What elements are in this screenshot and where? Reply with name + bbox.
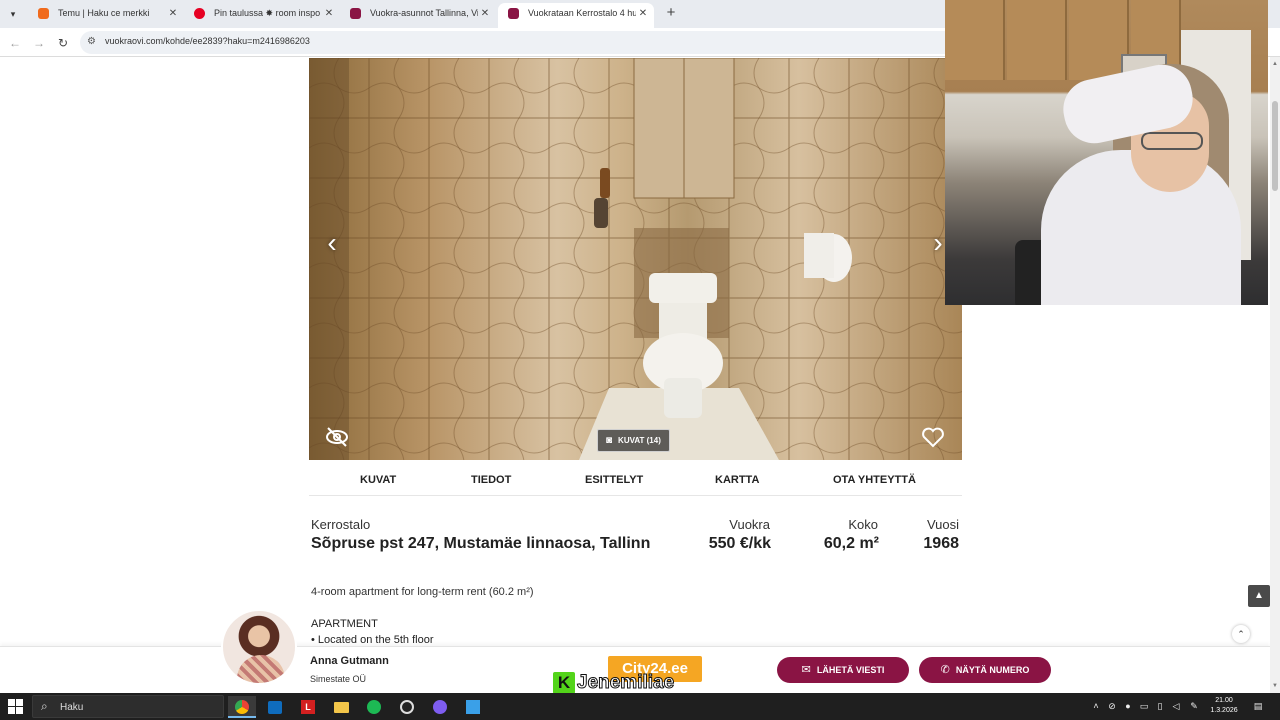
back-arrow-icon[interactable]: ← [6,34,24,52]
notifications-icon[interactable]: ▤ [1252,700,1264,712]
temu-favicon-icon [38,8,49,19]
webcam-overlay [945,0,1268,305]
show-phone-label: NÄYTÄ NUMERO [955,665,1030,675]
page-scrollbar[interactable]: ▲ ▼ [1270,57,1280,693]
nav-kuvat[interactable]: KUVAT [360,474,396,486]
outlook-app-icon[interactable] [261,696,289,718]
fact-rent-label: Vuokra [729,517,770,532]
microphone-icon[interactable]: ● [1122,700,1134,712]
photo-count-label: KUVAT (14) [618,436,661,445]
browser-tab-temu[interactable]: Temu | Haku ce merkki ✕ [28,3,184,28]
site-settings-icon[interactable]: ⚙ [87,36,99,48]
favorite-heart-icon[interactable] [921,426,945,448]
fact-size-value: 60,2 m² [823,535,879,552]
tab-title: Vuokra-asunnot Tallinna, Viro: 8 [370,8,478,18]
tab-close-icon[interactable]: ✕ [322,3,336,24]
agent-name: Anna Gutmann [310,655,389,667]
editor-app-icon[interactable] [459,696,487,718]
clock-time: 21.00 [1215,697,1233,704]
battery-icon[interactable]: ▯ [1154,700,1166,712]
network-off-icon[interactable]: ⊘ [1106,700,1118,712]
camera-icon: ◙ [606,435,613,446]
browser-tab-listing-active[interactable]: Vuokrataan Kerrostalo 4 huone ✕ [498,3,654,28]
envelope-icon: ✉ [801,664,811,676]
scroll-up-arrow-icon[interactable]: ▲ [1270,59,1280,69]
back-to-top-chevron-up-icon[interactable]: ▲ [1248,585,1270,607]
new-tab-button[interactable]: + [662,4,680,22]
listing-summary: 4-room apartment for long-term rent (60.… [311,586,534,598]
tray-chevron-up-icon[interactable]: ˄ [1090,700,1102,712]
scroll-down-arrow-icon[interactable]: ▼ [1270,681,1280,691]
hide-listing-eye-slash-icon[interactable] [325,426,349,448]
search-icon: ⌕ [41,699,48,713]
url-text[interactable]: vuokraovi.com/kohde/ee2839?haku=m2416986… [105,36,310,46]
address-bar[interactable]: ⚙ vuokraovi.com/kohde/ee2839?haku=m24169… [80,31,980,54]
fact-year-value: 1968 [923,535,959,552]
taskbar-search[interactable]: ⌕ Haku [32,695,224,718]
obs-icon[interactable] [393,696,421,718]
gallery-prev-arrow-icon[interactable]: ‹ [317,228,347,258]
kick-logo-icon: K [553,672,575,694]
tab-search-chevron-icon[interactable]: ▾ [4,5,22,23]
fact-year-label: Vuosi [926,517,959,532]
fact-size-label: Koko [848,517,878,532]
send-message-label: LÄHETÄ VIESTI [816,665,885,675]
scroll-thumb[interactable] [1272,101,1278,191]
agent-avatar [221,609,297,685]
property-type: Kerrostalo [311,517,371,532]
clock-date: 1.3.2026 [1210,707,1238,714]
description-heading: APARTMENT [311,618,378,630]
l-app-icon[interactable]: L [294,696,322,718]
vuokraovi-favicon-icon [508,8,519,19]
display-icon[interactable]: ▭ [1138,700,1150,712]
pinterest-favicon-icon [194,8,205,19]
pen-icon[interactable]: ✎ [1188,700,1200,712]
streamer-name: Jenemiliae [576,672,675,694]
browser-tab-pinterest[interactable]: Pin taulussa ✸ room inspo ✸ ✕ [184,3,340,28]
show-phone-button[interactable]: ✆ NÄYTÄ NUMERO [919,657,1051,683]
agent-company: Simestate OÜ [310,674,367,684]
search-placeholder: Haku [60,702,84,713]
tab-title: Temu | Haku ce merkki [58,8,150,18]
collapse-chevron-up-icon[interactable]: ⌃ [1232,625,1250,643]
chrome-app-icon[interactable] [228,696,256,718]
description-bullet: • Located on the 5th floor [311,634,434,646]
fact-rent-value: 550 €/kk [708,535,771,552]
volume-icon[interactable]: ◁ [1170,700,1182,712]
vuokraovi-favicon-icon [350,8,361,19]
tab-close-icon[interactable]: ✕ [636,3,650,24]
discord-icon[interactable] [426,696,454,718]
windows-taskbar: ⌕ Haku L ˄ ⊘ ● ▭ ▯ ◁ ✎ 21.00 1.3.2026 ▤ [0,693,1280,720]
windows-start-icon[interactable] [8,699,24,715]
forward-arrow-icon[interactable]: → [30,34,48,52]
tab-title: Vuokrataan Kerrostalo 4 huone [528,8,636,18]
photo-gallery[interactable]: ‹ › ◙ KUVAT (14) [309,58,962,460]
nav-ota-yhteytta[interactable]: OTA YHTEYTTÄ [833,474,916,486]
section-anchor-nav: KUVAT TIEDOT ESITTELYT KARTTA OTA YHTEYT… [309,460,962,496]
nav-tiedot[interactable]: TIEDOT [471,474,511,486]
tab-close-icon[interactable]: ✕ [478,3,492,24]
tab-title: Pin taulussa ✸ room inspo ✸ [214,8,322,18]
tab-close-icon[interactable]: ✕ [166,3,180,24]
browser-tab-vuokra-asunnot[interactable]: Vuokra-asunnot Tallinna, Viro: 8 ✕ [340,3,496,28]
reload-icon[interactable]: ↻ [54,34,72,52]
phone-icon: ✆ [940,664,950,676]
nav-kartta[interactable]: KARTTA [715,474,759,486]
taskbar-clock[interactable]: 21.00 1.3.2026 [1204,696,1244,716]
file-explorer-icon[interactable] [327,696,355,718]
spotify-icon[interactable] [360,696,388,718]
send-message-button[interactable]: ✉ LÄHETÄ VIESTI [777,657,909,683]
listing-photo [309,58,962,460]
nav-esittelyt[interactable]: ESITTELYT [585,474,643,486]
property-address: Sõpruse pst 247, Mustamäe linnaosa, Tall… [311,535,651,552]
photo-count-button[interactable]: ◙ KUVAT (14) [597,429,670,452]
